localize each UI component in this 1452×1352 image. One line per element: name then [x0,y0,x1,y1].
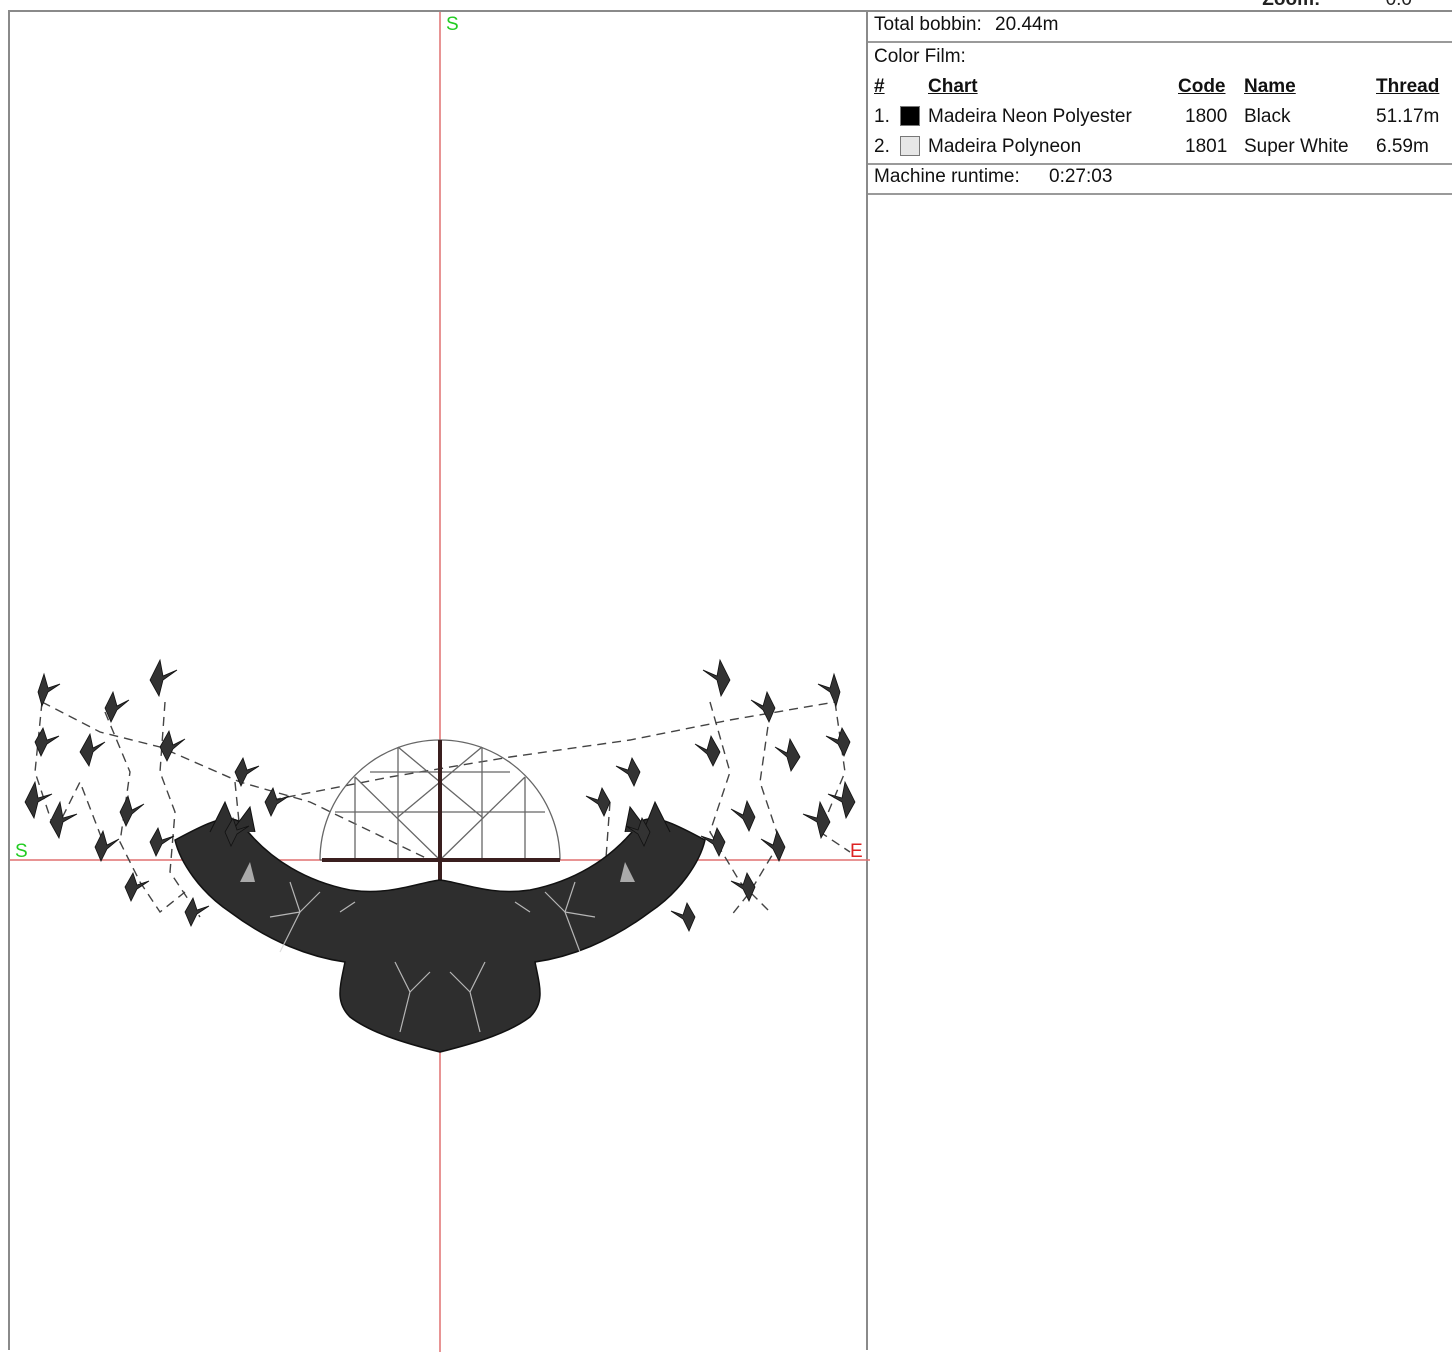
color-film-label: Color Film: [874,46,966,67]
col-header-num: # [874,76,885,97]
design-info-panel: Total bobbin: 20.44m Color Film: # Chart… [868,10,1452,1350]
col-header-name[interactable]: Name [1244,76,1296,98]
design-canvas[interactable]: S S E [8,10,870,1352]
end-marker: E [850,841,863,862]
zoom-value: 0.0 [1386,0,1412,10]
row-name: Super White [1244,136,1349,157]
total-bobbin-row: Total bobbin: 20.44m [874,14,1058,36]
row-chart: Madeira Polyneon [928,136,1082,157]
row-thread: 51.17m [1376,106,1440,127]
machine-runtime-row: Machine runtime: 0:27:03 [874,166,1112,188]
top-start-marker: S [446,14,459,35]
row-chart: Madeira Neon Polyester [928,106,1132,127]
row-thread: 6.59m [1376,136,1429,157]
col-header-thread[interactable]: Thread [1376,76,1439,98]
zoom-label: Zoom: [1262,0,1320,10]
divider [868,163,1452,165]
start-marker: S [15,841,28,862]
divider [868,193,1452,195]
row-code: 1800 [1185,106,1228,127]
total-bobbin-value: 20.44m [995,14,1059,35]
design-preview: S S E [10,12,870,1352]
divider [868,41,1452,43]
machine-runtime-label: Machine runtime: [874,166,1020,187]
machine-runtime-value: 0:27:03 [1049,166,1113,187]
col-header-code[interactable]: Code [1178,76,1226,98]
row-num: 2. [874,136,890,157]
color-swatch [900,136,920,156]
row-code: 1801 [1185,136,1228,157]
col-header-chart[interactable]: Chart [928,76,978,98]
total-bobbin-label: Total bobbin: [874,14,982,35]
row-name: Black [1244,106,1291,127]
row-num: 1. [874,106,890,127]
title-strip: Zoom: 0.0 [0,0,1452,10]
color-swatch [900,106,920,126]
